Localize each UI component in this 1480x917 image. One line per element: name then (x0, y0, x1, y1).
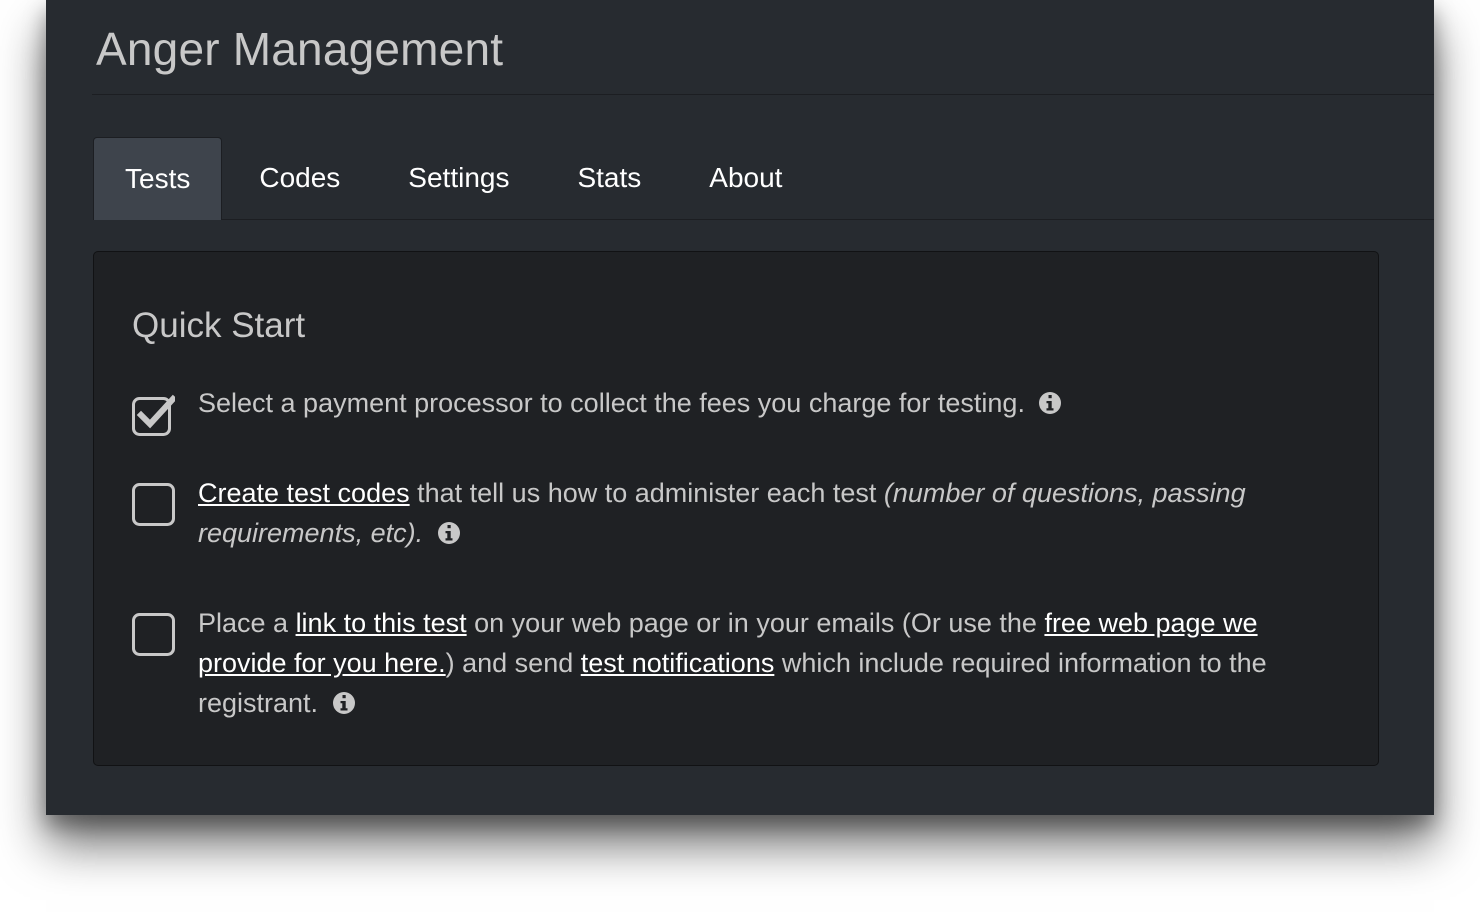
payment-text: Select a payment processor to collect th… (198, 388, 1025, 418)
quick-start-item-text: Create test codes that tell us how to ad… (198, 473, 1328, 553)
tab-settings[interactable]: Settings (377, 137, 540, 219)
link-text-2: on your web page or in your emails (Or u… (466, 608, 1045, 638)
app-title: Anger Management (96, 23, 504, 75)
quick-start-panel: Quick Start Select a payment processor t… (93, 251, 1379, 766)
tab-bar: Tests Codes Settings Stats About (93, 137, 1434, 220)
info-circle-icon[interactable] (437, 521, 461, 545)
tab-about[interactable]: About (678, 137, 813, 219)
link-text-1: Place a (198, 608, 296, 638)
checkbox-empty-icon[interactable] (132, 613, 175, 656)
create-test-codes-link[interactable]: Create test codes (198, 478, 410, 508)
quick-start-item-text: Place a link to this test on your web pa… (198, 603, 1328, 723)
quick-start-item-text: Select a payment processor to collect th… (198, 383, 1328, 423)
tab-codes[interactable]: Codes (228, 137, 371, 219)
info-circle-icon[interactable] (1038, 391, 1062, 415)
codes-text: that tell us how to administer each test (409, 478, 884, 508)
tab-stats[interactable]: Stats (546, 137, 672, 219)
info-circle-icon[interactable] (332, 691, 356, 715)
tab-tests[interactable]: Tests (93, 137, 223, 220)
app-window: Anger Management Tests Codes Settings St… (46, 0, 1434, 815)
checkbox-checked-icon[interactable] (132, 393, 175, 436)
test-notifications-link[interactable]: test notifications (581, 648, 775, 678)
link-text-3: ) and send (445, 648, 581, 678)
checkbox-empty-icon[interactable] (132, 483, 175, 526)
link-to-this-test-link[interactable]: link to this test (296, 608, 467, 638)
quick-start-title: Quick Start (132, 306, 306, 345)
title-divider (92, 94, 1434, 95)
